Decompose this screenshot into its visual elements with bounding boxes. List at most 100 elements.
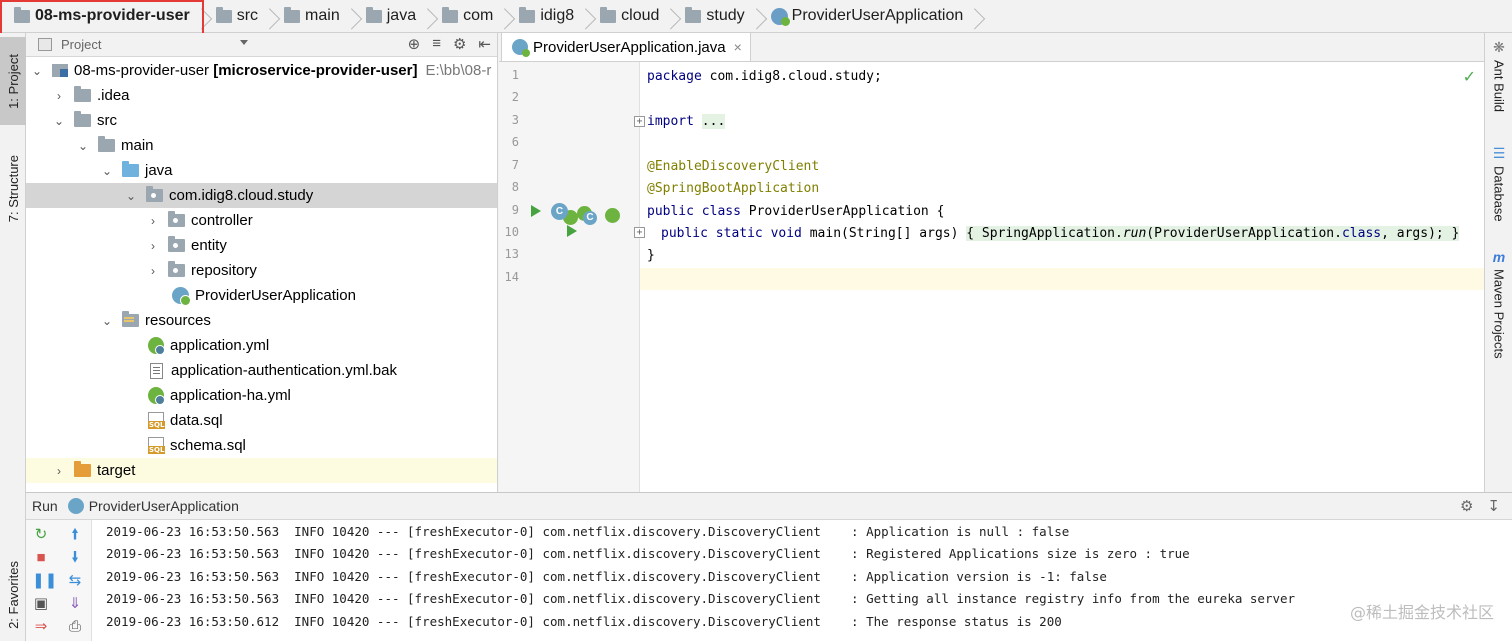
pause-icon[interactable]: ❚❚ [32, 572, 57, 590]
arrow-down-icon[interactable]: 🠛 [66, 549, 84, 567]
text-file-icon [150, 362, 163, 379]
gear-icon[interactable]: ⚙ [1460, 497, 1473, 515]
editor-gutter: 1 2 3 6 7 8 9 10 13 14 C C + + [499, 62, 645, 492]
tree-item-resources[interactable]: ⌄ resources [26, 308, 497, 333]
breadcrumb-item-module[interactable]: 08-ms-provider-user [10, 0, 212, 33]
tree-item-schema-sql[interactable]: schema.sql [26, 433, 497, 458]
folder-icon [74, 86, 91, 102]
sql-file-icon [148, 437, 166, 454]
arrow-up-icon[interactable]: 🠙 [66, 526, 84, 544]
tree-item-module[interactable]: ⌄ 08-ms-provider-user [microservice-prov… [26, 58, 497, 83]
code-line-1: package com.idig8.cloud.study; [647, 69, 882, 84]
breadcrumb-item-main[interactable]: main [280, 0, 362, 33]
project-panel-header: Project ⊕ ≡ ⚙ ⇤ [26, 33, 497, 57]
tab-maven-projects[interactable]: m Maven Projects [1485, 249, 1512, 359]
chevron-down-icon[interactable]: ⌄ [124, 189, 138, 203]
collapse-all-icon[interactable]: ≡ [432, 35, 441, 53]
chevron-right-icon[interactable]: › [52, 464, 66, 478]
breadcrumb-item-src[interactable]: src [212, 0, 280, 33]
line-number: 6 [511, 135, 519, 149]
breadcrumb-separator [580, 0, 590, 33]
tree-item-src[interactable]: ⌄ src [26, 108, 497, 133]
tree-item-repository[interactable]: › repository [26, 258, 497, 283]
scroll-to-end-icon[interactable]: ⇓ [66, 595, 84, 613]
chevron-down-icon[interactable]: ⌄ [76, 139, 90, 153]
spring-boot-class-icon [512, 39, 530, 57]
console-output[interactable]: 2019-06-23 16:53:50.563 INFO 10420 --- [… [106, 520, 1496, 641]
tree-item-target[interactable]: › target [26, 458, 497, 483]
hide-panel-icon[interactable]: ⇤ [478, 35, 491, 53]
spring-boot-class-icon [770, 7, 790, 26]
tree-item-application-ha-yml[interactable]: application-ha.yml [26, 383, 497, 408]
tree-item-controller[interactable]: › controller [26, 208, 497, 233]
project-view-selector[interactable]: Project [61, 37, 101, 52]
tab-favorites[interactable]: 2: Favorites [0, 553, 26, 637]
camera-icon[interactable]: ▣ [32, 595, 50, 613]
exit-icon[interactable]: ⇒ [32, 618, 50, 636]
code-line-10: public static void main(String[] args) {… [661, 226, 1460, 241]
resources-folder-icon [122, 311, 139, 327]
breadcrumb-item-java[interactable]: java [362, 0, 438, 33]
chevron-down-icon[interactable]: ⌄ [100, 314, 114, 328]
run-config-tab[interactable]: ProviderUserApplication [89, 498, 239, 514]
breadcrumb-item-com[interactable]: com [438, 0, 515, 33]
class-c-icon[interactable]: C [551, 203, 568, 220]
chevron-right-icon[interactable]: › [146, 239, 160, 253]
chevron-right-icon[interactable]: › [146, 264, 160, 278]
chevron-right-icon[interactable]: › [146, 214, 160, 228]
tab-project[interactable]: 1: Project [0, 37, 26, 125]
breadcrumb-separator [751, 0, 761, 33]
gear-icon[interactable]: ⚙ [453, 35, 466, 53]
tab-structure[interactable]: 7: Structure [0, 141, 26, 237]
breadcrumb-item-study[interactable]: study [681, 0, 766, 33]
rerun-icon[interactable]: ↻ [32, 526, 50, 544]
hide-panel-icon[interactable]: ↧ [1487, 497, 1500, 515]
print-icon[interactable]: ⎙ [66, 618, 84, 636]
tree-item-data-sql[interactable]: data.sql [26, 408, 497, 433]
chevron-down-icon[interactable]: ⌄ [100, 164, 114, 178]
spring-bean-icon[interactable] [605, 208, 620, 223]
run-main-icon[interactable] [567, 225, 577, 237]
folder-icon [365, 6, 382, 23]
run-class-icon[interactable] [531, 205, 541, 217]
package-icon [168, 211, 185, 227]
locate-icon[interactable]: ⊕ [408, 35, 421, 53]
folded-imports[interactable]: ... [701, 114, 726, 129]
folded-method-body[interactable]: { SpringApplication.run(ProviderUserAppl… [966, 226, 1460, 241]
run-toolbar: ↻ 🠙 ■ 🠛 ❚❚ ⇆ ▣ ⇓ ⇒ ⎙ [26, 520, 92, 641]
spring-boot-class-icon [67, 498, 84, 514]
tree-item-idea[interactable]: › .idea [26, 83, 497, 108]
tree-item-package[interactable]: ⌄ com.idig8.cloud.study [26, 183, 497, 208]
tree-item-authentication-bak[interactable]: application-authentication.yml.bak [26, 358, 497, 383]
breadcrumb-item-idig8[interactable]: idig8 [515, 0, 596, 33]
breadcrumb-separator [264, 0, 274, 33]
stop-icon[interactable]: ■ [32, 549, 50, 567]
folder-icon [442, 6, 459, 23]
watermark: @稀土掘金技术社区 [1349, 603, 1494, 622]
module-folder-icon [14, 6, 30, 23]
tree-item-main[interactable]: ⌄ main [26, 133, 497, 158]
tree-item-entity[interactable]: › entity [26, 233, 497, 258]
package-icon [146, 186, 163, 202]
soft-wrap-icon[interactable]: ⇆ [66, 572, 84, 590]
code-area[interactable]: package com.idig8.cloud.study; import ..… [647, 62, 1484, 492]
chevron-right-icon[interactable]: › [52, 89, 66, 103]
tree-item-application-yml[interactable]: application.yml [26, 333, 497, 358]
line-number: 14 [504, 270, 519, 284]
line-number: 3 [511, 113, 519, 127]
tree-item-java[interactable]: ⌄ java [26, 158, 497, 183]
chevron-down-icon[interactable]: ⌄ [30, 64, 44, 78]
close-icon[interactable]: × [734, 39, 742, 55]
class-c-icon[interactable]: C [583, 211, 597, 225]
fold-expand-icon[interactable]: + [634, 227, 645, 238]
breadcrumb-item-class[interactable]: ProviderUserApplication [767, 0, 986, 33]
chevron-down-icon[interactable] [240, 40, 248, 45]
tree-item-provider-user-application[interactable]: ProviderUserApplication [26, 283, 497, 308]
tab-ant-build[interactable]: ❋ Ant Build [1485, 39, 1512, 112]
chevron-down-icon[interactable]: ⌄ [52, 114, 66, 128]
folder-icon [284, 6, 301, 23]
tab-database[interactable]: ☰ Database [1485, 145, 1512, 222]
breadcrumb-item-cloud[interactable]: cloud [596, 0, 681, 33]
editor-tab-provider-user-application[interactable]: ProviderUserApplication.java × [501, 32, 751, 61]
fold-expand-icon[interactable]: + [634, 116, 645, 127]
